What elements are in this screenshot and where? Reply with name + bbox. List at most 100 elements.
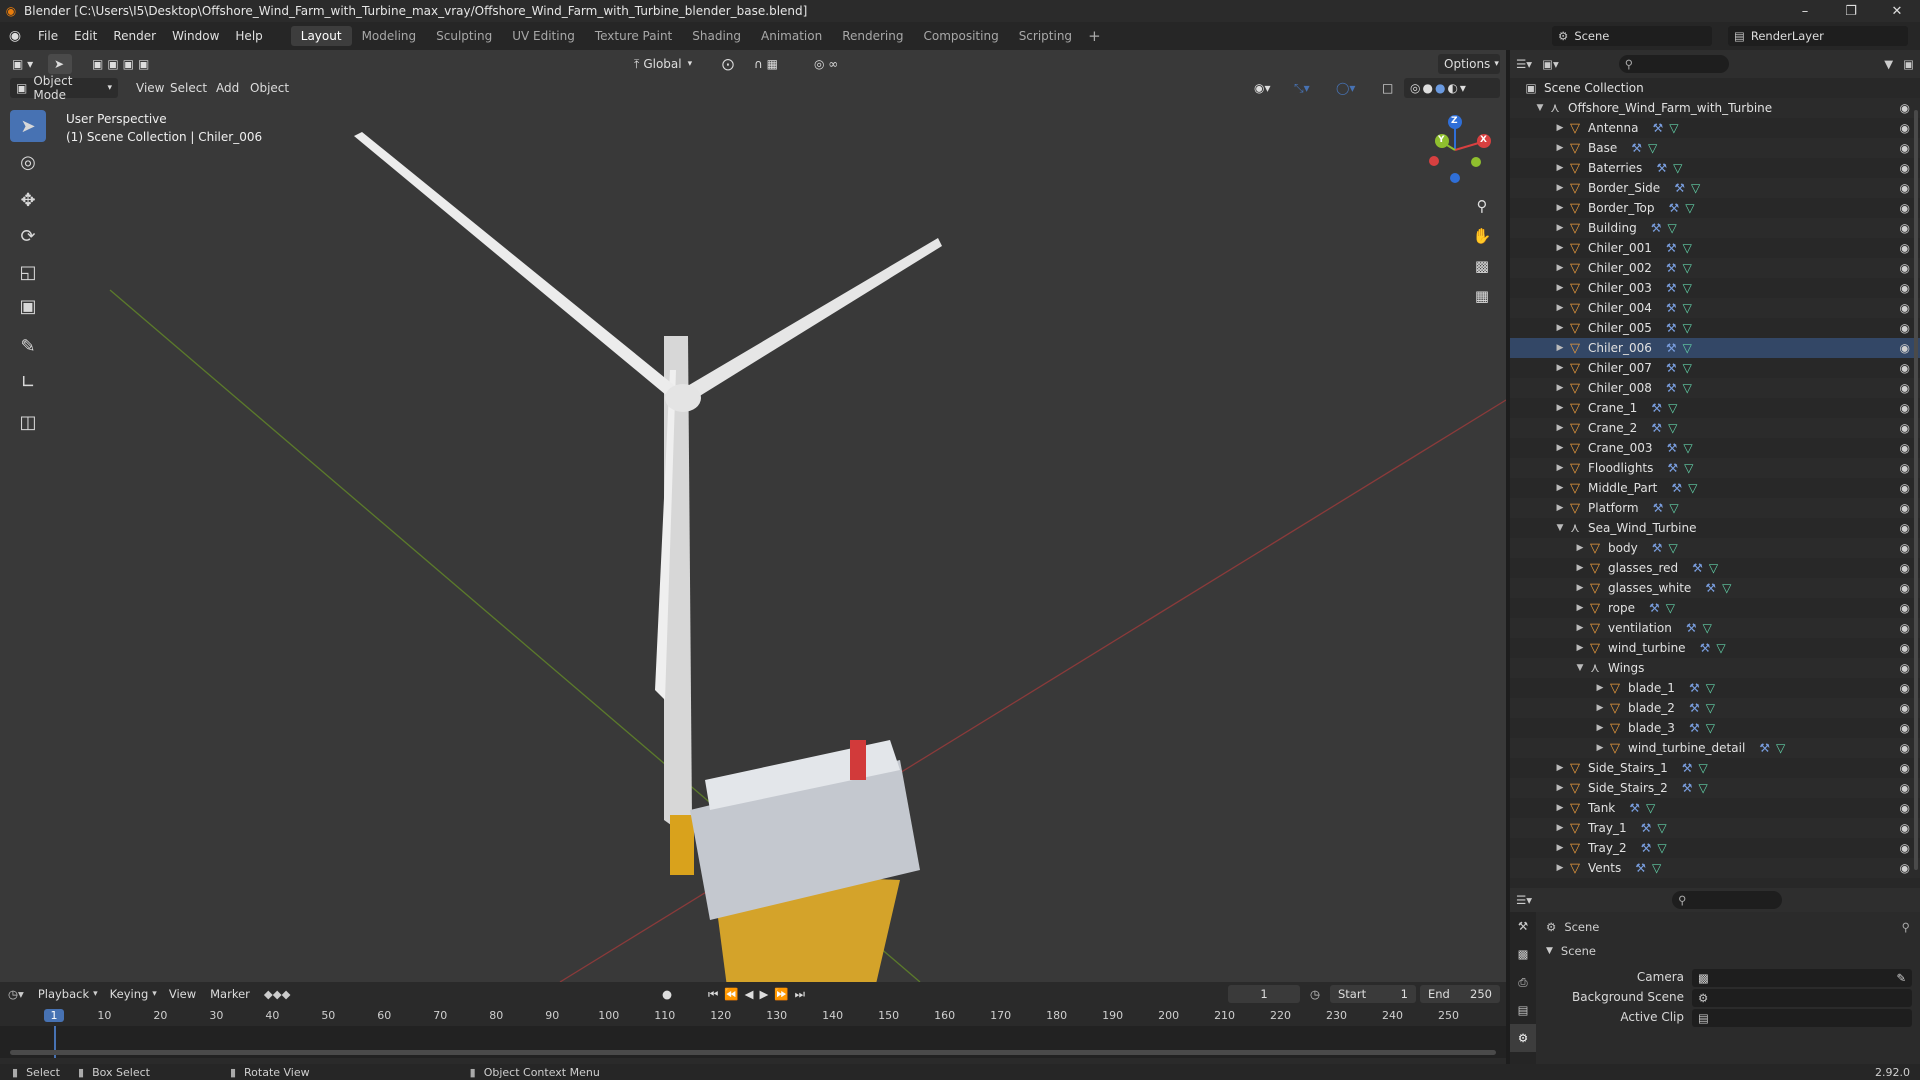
- visibility-eye-icon[interactable]: ◉: [1900, 721, 1910, 735]
- modifier-icon[interactable]: ⚒: [1651, 221, 1662, 235]
- expand-right-icon[interactable]: ▶: [1574, 643, 1586, 653]
- tool-tab-icon[interactable]: ⚒: [1510, 912, 1536, 940]
- visibility-eye-icon[interactable]: ◉: [1900, 581, 1910, 595]
- modifier-icon[interactable]: ⚒: [1666, 261, 1677, 275]
- outliner-row[interactable]: ▶ ▽ Crane_2 ⚒ ▽ ◉: [1510, 418, 1920, 438]
- expand-right-icon[interactable]: ▶: [1554, 403, 1566, 413]
- mesh-data-icon[interactable]: ▽: [1646, 801, 1655, 815]
- modifier-icon[interactable]: ⚒: [1666, 301, 1677, 315]
- mesh-data-icon[interactable]: ▽: [1683, 321, 1692, 335]
- outliner-row[interactable]: ▶ ▽ Tray_2 ⚒ ▽ ◉: [1510, 838, 1920, 858]
- outliner-row[interactable]: ▶ ▽ Floodlights ⚒ ▽ ◉: [1510, 458, 1920, 478]
- mesh-data-icon[interactable]: ▽: [1703, 621, 1712, 635]
- restore-button[interactable]: ❐: [1828, 0, 1874, 22]
- modifier-icon[interactable]: ⚒: [1666, 241, 1677, 255]
- outliner-row[interactable]: ▶ ▽ Side_Stairs_2 ⚒ ▽ ◉: [1510, 778, 1920, 798]
- eyedropper-icon[interactable]: ✎: [1896, 971, 1906, 985]
- timeline-menu-keying[interactable]: Keying: [110, 987, 149, 1001]
- expand-right-icon[interactable]: ▶: [1554, 843, 1566, 853]
- mesh-data-icon[interactable]: ▽: [1669, 501, 1678, 515]
- tab-compositing[interactable]: Compositing: [913, 26, 1008, 46]
- visibility-eye-icon[interactable]: ◉: [1900, 481, 1910, 495]
- visibility-eye-icon[interactable]: ◉: [1900, 641, 1910, 655]
- visibility-eye-icon[interactable]: ◉: [1900, 421, 1910, 435]
- modifier-icon[interactable]: ⚒: [1671, 481, 1682, 495]
- menu-help[interactable]: Help: [227, 29, 270, 43]
- expand-right-icon[interactable]: ▶: [1554, 223, 1566, 233]
- view-layer-tab-icon[interactable]: ▤: [1510, 996, 1536, 1024]
- expand-right-icon[interactable]: ▶: [1554, 243, 1566, 253]
- scene-panel-header[interactable]: ▼ Scene: [1546, 944, 1596, 958]
- properties-editor-icon[interactable]: ☰▾: [1516, 893, 1532, 907]
- gizmo-toggle-button[interactable]: ⤡▾: [1288, 78, 1324, 98]
- modifier-icon[interactable]: ⚒: [1686, 621, 1697, 635]
- modifier-icon[interactable]: ⚒: [1652, 121, 1663, 135]
- expand-right-icon[interactable]: ▶: [1574, 563, 1586, 573]
- expand-right-icon[interactable]: ▶: [1554, 263, 1566, 273]
- timeline-scrollbar[interactable]: [10, 1050, 1496, 1055]
- outliner-row[interactable]: ▶ ▽ Chiler_004 ⚒ ▽ ◉: [1510, 298, 1920, 318]
- tab-sculpting[interactable]: Sculpting: [426, 26, 502, 46]
- visibility-eye-icon[interactable]: ◉: [1900, 401, 1910, 415]
- expand-right-icon[interactable]: ▶: [1574, 583, 1586, 593]
- mesh-data-icon[interactable]: ▽: [1684, 461, 1693, 475]
- mesh-data-icon[interactable]: ▽: [1683, 341, 1692, 355]
- xray-toggle-button[interactable]: □: [1376, 78, 1398, 98]
- modifier-icon[interactable]: ⚒: [1689, 701, 1700, 715]
- mesh-data-icon[interactable]: ▽: [1706, 701, 1715, 715]
- modifier-icon[interactable]: ⚒: [1682, 781, 1693, 795]
- visibility-eye-icon[interactable]: ◉: [1900, 701, 1910, 715]
- mesh-data-icon[interactable]: ▽: [1683, 241, 1692, 255]
- tab-modeling[interactable]: Modeling: [352, 26, 427, 46]
- outliner-row[interactable]: ▶ ▽ Vents ⚒ ▽ ◉: [1510, 858, 1920, 878]
- mesh-data-icon[interactable]: ▽: [1709, 561, 1718, 575]
- outliner-row[interactable]: ▶ ▽ Building ⚒ ▽ ◉: [1510, 218, 1920, 238]
- visibility-eye-icon[interactable]: ◉: [1900, 841, 1910, 855]
- object-mode-dropdown[interactable]: ▣ Object Mode ▾: [10, 74, 118, 102]
- expand-right-icon[interactable]: ▶: [1594, 683, 1606, 693]
- camera-view-button[interactable]: ▩: [1468, 252, 1496, 280]
- new-collection-icon[interactable]: ▣: [1903, 57, 1914, 71]
- mesh-data-icon[interactable]: ▽: [1648, 141, 1657, 155]
- minimize-button[interactable]: –: [1782, 0, 1828, 22]
- visibility-eye-icon[interactable]: ◉: [1900, 501, 1910, 515]
- outliner-row[interactable]: ▶ ▽ Tank ⚒ ▽ ◉: [1510, 798, 1920, 818]
- mesh-data-icon[interactable]: ▽: [1716, 641, 1725, 655]
- visibility-eye-icon[interactable]: ◉: [1900, 301, 1910, 315]
- modifier-icon[interactable]: ⚒: [1652, 541, 1663, 555]
- keyframe-icons[interactable]: ◆◆◆: [264, 987, 291, 1001]
- properties-search-input[interactable]: ⚲: [1672, 891, 1783, 909]
- expand-right-icon[interactable]: ▶: [1594, 703, 1606, 713]
- transform-tool[interactable]: ▣: [10, 290, 46, 322]
- record-button[interactable]: ●: [662, 987, 672, 1001]
- modifier-icon[interactable]: ⚒: [1653, 501, 1664, 515]
- timeline-editor-icon[interactable]: ◷▾: [8, 987, 24, 1001]
- visibility-filter-button[interactable]: ◉▾: [1248, 78, 1282, 98]
- expand-right-icon[interactable]: ▶: [1574, 543, 1586, 553]
- expand-right-icon[interactable]: ▶: [1554, 143, 1566, 153]
- menu-render[interactable]: Render: [105, 29, 164, 43]
- visibility-eye-icon[interactable]: ◉: [1900, 781, 1910, 795]
- timeline-menu-view[interactable]: View: [169, 987, 196, 1001]
- background-scene-field[interactable]: ⚙: [1692, 989, 1912, 1007]
- visibility-eye-icon[interactable]: ◉: [1900, 541, 1910, 555]
- visibility-eye-icon[interactable]: ◉: [1900, 741, 1910, 755]
- modifier-icon[interactable]: ⚒: [1641, 841, 1652, 855]
- mesh-data-icon[interactable]: ▽: [1657, 821, 1666, 835]
- mesh-data-icon[interactable]: ▽: [1683, 381, 1692, 395]
- pivot-point-button[interactable]: ⨀: [716, 54, 746, 74]
- filter-icon[interactable]: ▼: [1884, 57, 1893, 71]
- modifier-icon[interactable]: ⚒: [1667, 441, 1678, 455]
- mesh-data-icon[interactable]: ▽: [1699, 781, 1708, 795]
- camera-field[interactable]: ▩ ✎: [1692, 969, 1912, 987]
- add-cube-tool[interactable]: ◫: [10, 406, 46, 438]
- visibility-eye-icon[interactable]: ◉: [1900, 341, 1910, 355]
- tool-select-mode-button[interactable]: ➤: [48, 54, 72, 74]
- outliner-row[interactable]: ▶ ▽ Border_Side ⚒ ▽ ◉: [1510, 178, 1920, 198]
- tab-shading[interactable]: Shading: [682, 26, 751, 46]
- modifier-icon[interactable]: ⚒: [1651, 401, 1662, 415]
- expand-right-icon[interactable]: ▶: [1554, 423, 1566, 433]
- outliner-row[interactable]: ▶ ▽ blade_3 ⚒ ▽ ◉: [1510, 718, 1920, 738]
- tab-layout[interactable]: Layout: [290, 26, 352, 46]
- output-tab-icon[interactable]: ⎙: [1510, 968, 1536, 996]
